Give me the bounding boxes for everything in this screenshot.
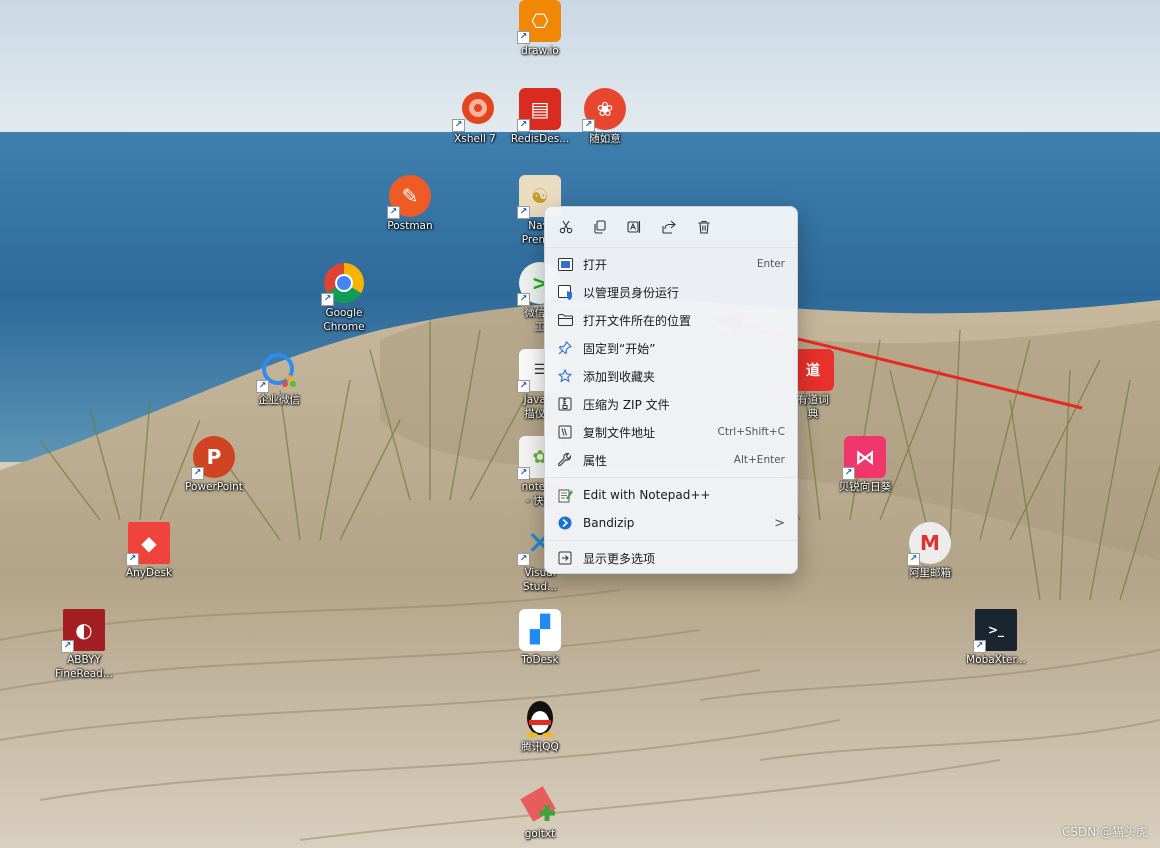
menu-item-properties[interactable]: 属性 Alt+Enter xyxy=(551,447,791,473)
menu-item-run-as-admin[interactable]: 以管理员身份运行 xyxy=(551,279,791,305)
menu-item-open[interactable]: 打开 Enter xyxy=(551,251,791,277)
context-menu: 打开 Enter 以管理员身份运行 打开文件所在的位置 固定到“开始” 添加到收… xyxy=(544,206,798,574)
pin-icon xyxy=(557,340,573,356)
menu-item-add-to-favorites[interactable]: 添加到收藏夹 xyxy=(551,363,791,389)
delete-button[interactable] xyxy=(693,216,715,238)
menu-item-label: 添加到收藏夹 xyxy=(583,369,656,384)
open-app-icon xyxy=(557,256,573,272)
rename-button[interactable] xyxy=(623,216,645,238)
cut-icon xyxy=(559,220,573,234)
zip-archive-icon xyxy=(557,396,573,412)
copy-button[interactable] xyxy=(589,216,611,238)
share-button[interactable] xyxy=(658,216,680,238)
submenu-chevron-icon: > xyxy=(774,515,785,531)
rename-icon xyxy=(627,221,641,233)
watermark: CSDN @猫头虎 xyxy=(1061,825,1148,839)
menu-item-edit-notepadpp[interactable]: Edit with Notepad++ xyxy=(551,482,791,508)
menu-item-open-file-location[interactable]: 打开文件所在的位置 xyxy=(551,307,791,333)
menu-item-label: 以管理员身份运行 xyxy=(583,285,680,300)
more-options-icon xyxy=(557,550,573,566)
copy-icon xyxy=(594,220,606,234)
menu-item-label: 显示更多选项 xyxy=(583,551,656,566)
menu-item-label: 固定到“开始” xyxy=(583,341,656,356)
bandizip-icon xyxy=(557,515,573,531)
menu-item-label: 打开 xyxy=(583,257,608,272)
menu-item-label: 复制文件地址 xyxy=(583,425,656,440)
menu-item-compress-zip[interactable]: 压缩为 ZIP 文件 xyxy=(551,391,791,417)
menu-item-pin-to-start[interactable]: 固定到“开始” xyxy=(551,335,791,361)
menu-separator xyxy=(545,477,797,478)
menu-separator xyxy=(545,540,797,541)
menu-item-copy-path[interactable]: 复制文件地址 Ctrl+Shift+C xyxy=(551,419,791,445)
menu-item-label: 属性 xyxy=(583,453,608,468)
admin-shield-icon xyxy=(557,284,573,300)
menu-item-show-more-options[interactable]: 显示更多选项 xyxy=(551,545,791,571)
cut-button[interactable] xyxy=(555,216,577,238)
menu-item-label: Edit with Notepad++ xyxy=(583,488,711,502)
folder-icon xyxy=(557,312,573,328)
menu-item-label: 打开文件所在的位置 xyxy=(583,313,692,328)
context-menu-toolbar xyxy=(545,207,797,248)
star-icon xyxy=(557,368,573,384)
wrench-icon xyxy=(557,452,573,468)
notepadpp-icon xyxy=(557,487,573,503)
menu-item-shortcut: Ctrl+Shift+C xyxy=(717,426,785,438)
menu-item-bandizip[interactable]: Bandizip > xyxy=(551,510,791,536)
menu-item-label: 压缩为 ZIP 文件 xyxy=(583,397,670,412)
copy-path-icon xyxy=(557,424,573,440)
share-icon xyxy=(662,220,676,234)
menu-item-label: Bandizip xyxy=(583,516,635,530)
menu-item-shortcut: Enter xyxy=(756,258,785,270)
menu-item-shortcut: Alt+Enter xyxy=(733,454,785,466)
delete-icon xyxy=(698,220,710,234)
